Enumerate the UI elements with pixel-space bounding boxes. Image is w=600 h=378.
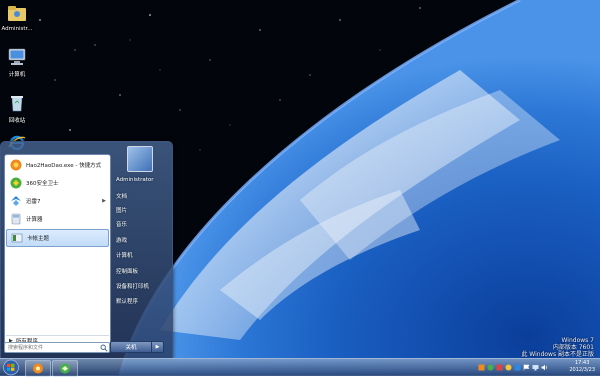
watermark-line1: Windows 7	[561, 337, 594, 344]
tray-app-icon[interactable]	[487, 364, 494, 371]
search-input[interactable]	[5, 343, 100, 352]
submenu-arrow-icon: ▶	[102, 198, 106, 204]
link-games[interactable]: 游戏	[116, 236, 127, 244]
menu-item-label: Hao2HaoDao.exe - 快捷方式	[26, 163, 102, 169]
link-computer[interactable]: 计算机	[116, 251, 133, 259]
taskbar-clock[interactable]: 17:43 2012/3/23	[569, 360, 595, 374]
clock-date: 2012/3/23	[569, 367, 595, 373]
hao-app-icon	[10, 159, 22, 171]
desktop-icon-label: 计算机	[8, 72, 26, 78]
taskbar-pinned-ie-green[interactable]	[52, 360, 78, 377]
start-menu-places-pane: Administrator 文档 图片 音乐 游戏 计算机 控制面板 设备和打印…	[110, 142, 172, 358]
watermark-line3: 此 Windows 副本不是正版	[521, 351, 594, 358]
link-pictures[interactable]: 图片	[116, 206, 127, 214]
user-name-link[interactable]: Administrator	[116, 177, 154, 183]
desktop-icon-computer[interactable]: 计算机	[0, 48, 34, 78]
menu-item-hao2haodao[interactable]: Hao2HaoDao.exe - 快捷方式	[6, 157, 109, 173]
system-tray: 17:43 2012/3/23	[470, 359, 600, 376]
tray-app-icon[interactable]	[496, 364, 503, 371]
clock-time: 17:43	[574, 360, 590, 366]
desktop-icon-recycle-bin[interactable]: 回收站	[0, 94, 34, 124]
user-folder-icon	[8, 6, 26, 21]
menu-item-label: 计算器	[26, 217, 43, 223]
calculator-icon	[11, 213, 21, 225]
recycle-bin-icon	[11, 96, 23, 112]
link-control-panel[interactable]: 控制面板	[116, 267, 138, 275]
watermark-line2: 内部版本 7601	[552, 344, 594, 351]
tray-app-icon[interactable]	[505, 364, 512, 371]
start-button[interactable]	[0, 359, 22, 376]
link-documents[interactable]: 文档	[116, 192, 127, 200]
desktop-icon-administrator[interactable]: Administr...	[0, 4, 34, 32]
link-music[interactable]: 音乐	[116, 220, 127, 228]
menu-item-360[interactable]: 360安全卫士	[6, 175, 109, 191]
menu-item-theme[interactable]: 卡帐主题	[6, 229, 109, 247]
menu-item-label: 卡帐主题	[27, 236, 50, 242]
menu-item-label: 迅雷7	[26, 199, 41, 205]
windows-watermark: Windows 7 内部版本 7601 此 Windows 副本不是正版	[521, 337, 594, 358]
browser-green-icon	[60, 363, 70, 374]
search-icon[interactable]	[100, 344, 108, 352]
link-devices-printers[interactable]: 设备和打印机	[116, 282, 149, 290]
theme-icon	[11, 233, 23, 243]
computer-icon	[8, 48, 26, 65]
network-icon[interactable]	[532, 364, 539, 371]
taskbar-pinned-360-browser[interactable]	[25, 360, 51, 377]
menu-item-calculator[interactable]: 计算器	[6, 211, 109, 227]
360-shield-icon	[10, 177, 22, 189]
shutdown-options-arrow[interactable]: ▶	[151, 341, 164, 353]
shutdown-button[interactable]: 关机	[110, 341, 152, 353]
volume-icon[interactable]	[541, 364, 548, 371]
tray-app-icon[interactable]	[514, 364, 521, 371]
360-browser-icon	[33, 363, 43, 374]
user-avatar[interactable]	[127, 146, 153, 172]
desktop-icon-label: 回收站	[8, 118, 26, 124]
start-menu-programs-pane: Hao2HaoDao.exe - 快捷方式 360安全卫士 迅雷7 ▶ 计算器	[4, 154, 111, 351]
action-center-flag-icon[interactable]	[523, 364, 530, 371]
menu-item-label: 360安全卫士	[26, 181, 59, 187]
link-default-programs[interactable]: 默认程序	[116, 297, 138, 305]
start-menu: Hao2HaoDao.exe - 快捷方式 360安全卫士 迅雷7 ▶ 计算器	[0, 141, 173, 359]
menu-item-thunder[interactable]: 迅雷7 ▶	[6, 193, 109, 209]
taskbar: 17:43 2012/3/23	[0, 358, 600, 377]
tray-app-icon[interactable]	[478, 364, 485, 371]
start-search-box[interactable]	[4, 342, 110, 353]
desktop-icon-label: Administr...	[1, 26, 33, 32]
thunder-icon	[11, 196, 21, 206]
